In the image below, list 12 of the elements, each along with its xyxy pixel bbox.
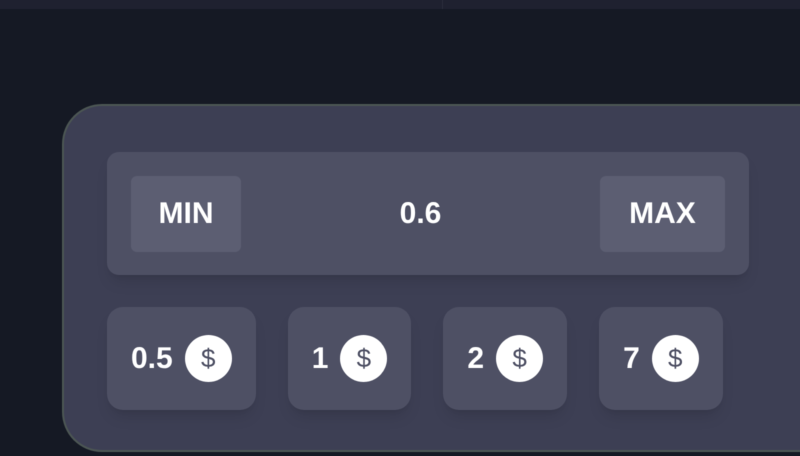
chip-button[interactable]: 7 $ <box>599 307 723 410</box>
min-button[interactable]: MIN <box>131 176 241 252</box>
chip-button[interactable]: 1 $ <box>288 307 412 410</box>
chip-button[interactable]: 2 $ <box>443 307 568 410</box>
coin-icon: $ <box>340 335 388 382</box>
chip-button[interactable]: 0.5 $ <box>107 307 256 410</box>
coin-icon: $ <box>652 335 699 382</box>
coin-icon: $ <box>496 335 544 382</box>
coin-icon: $ <box>184 335 232 382</box>
max-button[interactable]: MAX <box>600 176 725 252</box>
bet-value: 0.6 <box>398 196 442 232</box>
bet-amount-field[interactable]: MIN 0.6 MAX <box>107 152 749 275</box>
